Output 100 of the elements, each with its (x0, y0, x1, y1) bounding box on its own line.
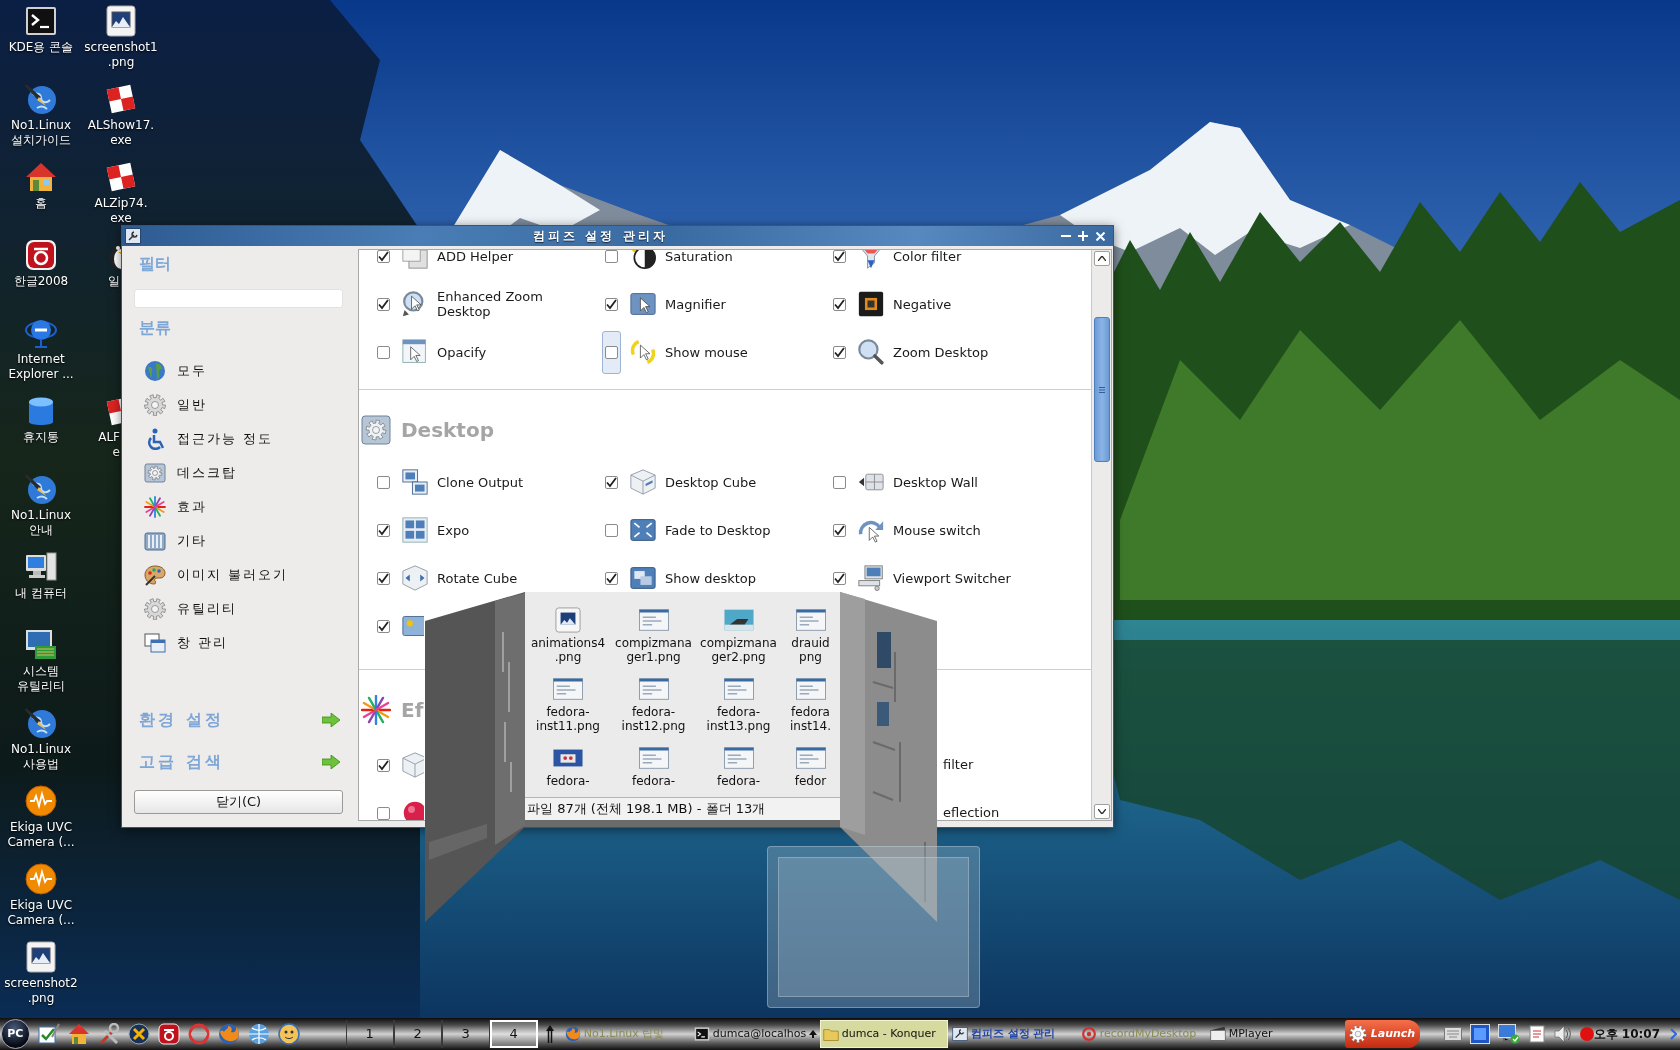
close-dialog-button[interactable]: 닫기(C) (134, 790, 343, 814)
taskbar-button[interactable]: 컴피즈 설정 관리 (948, 1020, 1077, 1048)
desktop-icon-label[interactable]: 내 컴퓨터 (15, 586, 67, 601)
screenshot-thumbnail[interactable] (553, 676, 583, 702)
desktop-icon-label[interactable]: ALF e (98, 430, 120, 460)
house-icon[interactable] (67, 1023, 90, 1045)
image-file-icon[interactable] (105, 5, 137, 37)
desktop-button[interactable]: 1 (345, 1020, 394, 1048)
globe-ring-icon[interactable] (25, 317, 57, 349)
globe-icon[interactable] (247, 1023, 270, 1045)
scroll-down-button[interactable] (1093, 804, 1110, 819)
monitor-circuit-board-icon[interactable] (25, 629, 57, 661)
checkbox[interactable] (377, 475, 390, 489)
checklist-pen-icon[interactable] (37, 1023, 60, 1045)
checkbox[interactable] (833, 297, 846, 311)
screenshot-thumbnail[interactable] (795, 607, 826, 633)
category-item[interactable]: 모두 (134, 354, 344, 388)
taskbar-button[interactable]: MPlayer (1206, 1020, 1335, 1048)
checkbox[interactable] (833, 571, 846, 585)
checkbox[interactable] (605, 475, 618, 489)
globe-pen-icon[interactable] (25, 707, 57, 739)
maximize-button[interactable] (1077, 230, 1089, 242)
desktop-icon-label[interactable]: No1.Linux 안내 (10, 508, 72, 538)
plugin-button[interactable]: Show mouse (630, 339, 748, 365)
checkbox[interactable] (833, 475, 846, 489)
desktop-icon-label[interactable]: ALZip74. exe (94, 196, 148, 226)
screenshot-thumbnail[interactable] (638, 745, 669, 771)
file-name[interactable]: fedora inst14. (790, 705, 831, 733)
desktop-button[interactable]: 2 (393, 1020, 442, 1048)
square-badge-icon[interactable] (157, 1023, 180, 1045)
plugin-button[interactable]: Rotate Cube (402, 565, 518, 591)
checkbox[interactable] (377, 758, 390, 772)
plugin-button[interactable]: ADD Helper (402, 250, 514, 269)
keyboard-icon[interactable] (1443, 1027, 1462, 1041)
checkbox[interactable] (605, 297, 618, 311)
scrollbar-thumb[interactable] (1093, 317, 1110, 462)
desktop-icon-label[interactable]: 시스템 유틸리티 (17, 664, 65, 694)
speaker-icon[interactable] (1553, 1025, 1572, 1043)
globe-pen-icon[interactable] (25, 83, 57, 115)
category-item[interactable]: 유틸리티 (134, 592, 344, 626)
category-item[interactable]: 효과 (134, 490, 344, 524)
category-item[interactable]: 기타 (134, 524, 344, 558)
plugin-button[interactable]: Fade to Desktop (630, 517, 771, 543)
desktop-icon-label[interactable]: ALShow17. exe (87, 118, 155, 148)
plugin-label[interactable]: eflection (943, 803, 1000, 820)
chevron-right-icon[interactable] (1670, 1028, 1677, 1040)
plugin-button[interactable]: Desktop Cube (630, 469, 757, 495)
photo-thumbnail[interactable] (723, 607, 754, 633)
screen-icon[interactable] (1469, 1024, 1490, 1044)
file-name[interactable]: fedora- inst12.png (621, 705, 686, 733)
category-item[interactable]: 일반 (134, 388, 344, 422)
taskbar-button[interactable]: dumca - Konquer (819, 1020, 948, 1048)
monitor-check-icon[interactable] (1497, 1024, 1520, 1044)
desktop-icon-label[interactable]: No1.Linux 사용법 (10, 742, 72, 772)
category-item[interactable]: 창 관리 (134, 626, 344, 660)
file-name[interactable]: fedora- inst13.png (706, 705, 771, 733)
plugin-button[interactable]: Magnifier (630, 291, 726, 317)
category-item[interactable]: 이미지 불러오기 (134, 558, 344, 592)
tools-icon[interactable] (97, 1023, 120, 1045)
desktop-icon-label[interactable]: KDE용 콘솔 (8, 40, 74, 55)
clock[interactable]: 오후 10:07 (1593, 1025, 1660, 1043)
plugin-button[interactable]: Saturation (630, 250, 733, 269)
wrench-window-icon[interactable] (125, 228, 141, 244)
desktop-icon-label[interactable]: screenshot2 .png (4, 976, 78, 1006)
checkbox[interactable] (605, 523, 618, 537)
file-name[interactable]: compizmana ger2.png (700, 636, 777, 664)
waveform-circle-icon[interactable] (25, 785, 57, 817)
desktop-icon-label[interactable]: Internet Explorer ... (8, 352, 74, 382)
plugin-button[interactable]: Mouse switch (858, 517, 981, 543)
desktop-icon-label[interactable]: No1.Linux 설치가이드 (10, 118, 72, 148)
checkbox[interactable] (377, 806, 390, 820)
plugin-button[interactable]: Opacify (402, 339, 487, 365)
category-item[interactable]: 데스크탑 (134, 456, 344, 490)
screenshot-thumbnail[interactable] (638, 676, 669, 702)
plugin-label[interactable]: filter (943, 755, 974, 775)
desktop-button[interactable]: 3 (441, 1020, 490, 1048)
globe-pen-icon[interactable] (25, 473, 57, 505)
image-file-icon[interactable] (553, 607, 583, 633)
desktop-icon-label[interactable]: 휴지통 (23, 430, 59, 445)
checkbox[interactable] (833, 523, 846, 537)
checkbox[interactable] (377, 297, 390, 311)
filter-field[interactable] (134, 289, 343, 308)
record-dot-icon[interactable] (1579, 1027, 1594, 1041)
desktop-icon-label[interactable]: 한글2008 (13, 274, 69, 289)
launch-button[interactable]: Launch (1344, 1020, 1420, 1048)
file-name[interactable]: fedora- (631, 774, 676, 788)
file-name[interactable]: fedora- (546, 774, 590, 788)
checkbox[interactable] (377, 345, 390, 359)
x-circle-icon[interactable] (127, 1023, 150, 1045)
screenshot-thumbnail[interactable] (723, 676, 754, 702)
checkbox[interactable] (833, 345, 846, 359)
desktop-icon-label[interactable]: Ekiga UVC Camera (... (7, 820, 75, 850)
file-name[interactable]: fedor (794, 774, 827, 788)
close-button[interactable] (1094, 230, 1106, 242)
checkbox[interactable] (377, 619, 390, 633)
document-icon[interactable] (1527, 1025, 1546, 1043)
smiley-icon[interactable] (277, 1023, 300, 1045)
waveform-circle-icon[interactable] (25, 863, 57, 895)
screenshot-thumbnail[interactable] (638, 607, 669, 633)
scrollbar-track[interactable] (1091, 250, 1111, 820)
